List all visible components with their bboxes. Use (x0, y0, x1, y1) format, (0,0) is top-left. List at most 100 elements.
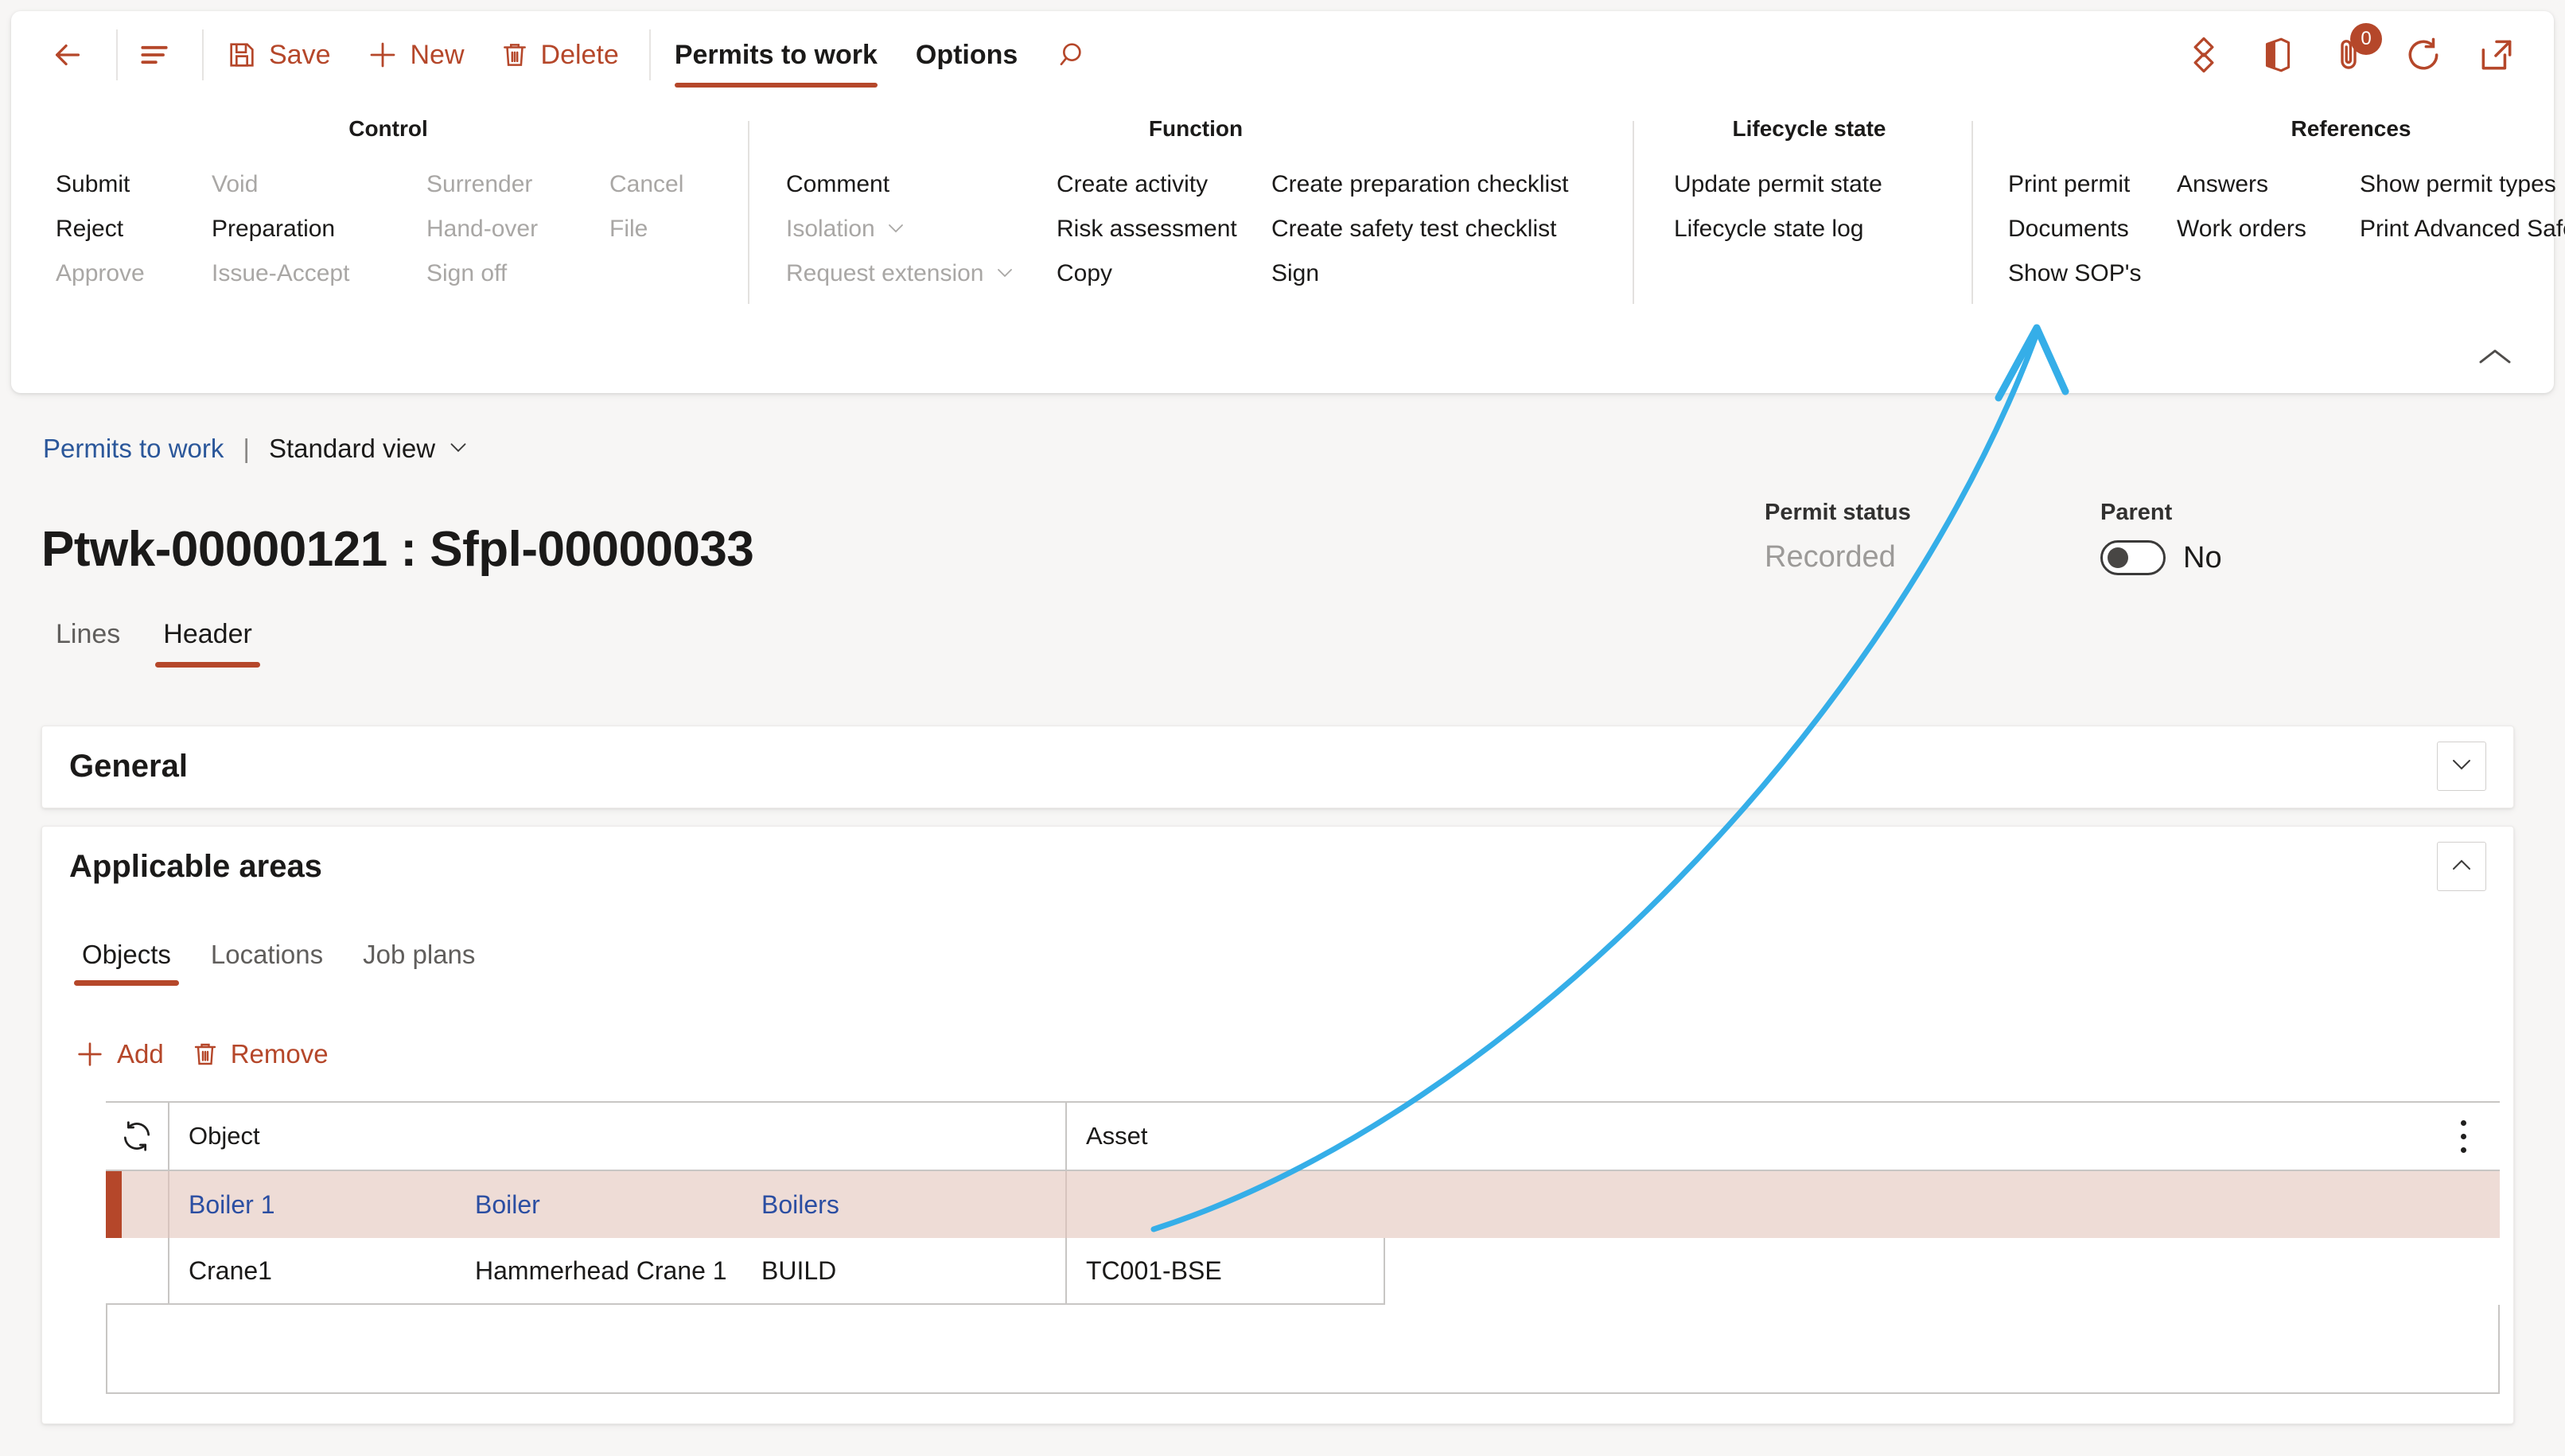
breadcrumb: Permits to work | Standard view (43, 434, 469, 464)
section-general-header[interactable]: General (42, 726, 2513, 806)
list-lines-icon (137, 37, 172, 72)
ribbon-item-sign[interactable]: Sign (1271, 251, 1606, 296)
save-button[interactable]: Save (208, 11, 348, 99)
grid-options-kebab-icon[interactable] (2447, 1115, 2479, 1158)
tab-options-label: Options (915, 39, 1018, 70)
grid-cell-asset[interactable]: TC001-BSE (1067, 1238, 1385, 1305)
parent-label: Parent (2100, 500, 2173, 525)
save-icon (226, 39, 258, 71)
remove-button[interactable]: Remove (191, 1039, 329, 1069)
office-icon[interactable] (2247, 25, 2307, 85)
ribbon-item-lifecycle-state-log[interactable]: Lifecycle state log (1674, 207, 1944, 251)
ribbon-group-control-title: Control (348, 116, 428, 141)
header-tabs: Lines Header (41, 619, 281, 668)
ribbon-column: Create preparation checklist Create safe… (1271, 162, 1606, 296)
ribbon-item-documents[interactable]: Documents (2008, 207, 2177, 251)
divider (648, 29, 651, 80)
back-button[interactable] (35, 11, 111, 99)
cell-object-id[interactable]: Boiler 1 (189, 1190, 475, 1220)
divider (116, 29, 118, 80)
ribbon-item-submit[interactable]: Submit (56, 162, 212, 207)
save-label: Save (269, 39, 331, 70)
add-label: Add (117, 1039, 164, 1069)
ribbon-item-show-permit-types[interactable]: Show permit types (2360, 162, 2565, 207)
section-applicable-areas-collapse-button[interactable] (2437, 842, 2486, 891)
new-button[interactable]: New (348, 11, 482, 99)
permit-status-field: Permit status Recorded (1765, 500, 1911, 574)
grid-header-row: Object Asset (106, 1101, 2500, 1171)
ribbon-item-comment[interactable]: Comment (786, 162, 1057, 207)
ribbon-group-function-title: Function (1148, 116, 1244, 141)
ribbon-item-void: Void (212, 171, 259, 197)
parent-toggle[interactable] (2100, 540, 2166, 575)
subtab-objects[interactable]: Objects (69, 940, 184, 986)
ribbon-column: Update permit state Lifecycle state log (1674, 162, 1944, 251)
subtab-objects-label: Objects (82, 940, 171, 969)
grid-cell-filler (1385, 1238, 2500, 1305)
tab-lines-label: Lines (56, 619, 121, 649)
ribbon-group-references: References Print permit Documents Show S… (1971, 116, 2565, 337)
ribbon-column: Answers Work orders (2177, 162, 2360, 296)
grid-empty-area (106, 1305, 2500, 1394)
cell-object-name[interactable]: Boiler (475, 1190, 761, 1220)
breadcrumb-link-permits-to-work[interactable]: Permits to work (43, 434, 224, 464)
tab-header-label: Header (163, 619, 252, 649)
subtab-locations-label: Locations (210, 940, 324, 969)
ribbon-item-create-safety-test-checklist[interactable]: Create safety test checklist (1271, 207, 1606, 251)
ribbon-item-create-activity[interactable]: Create activity (1057, 162, 1271, 207)
grid-column-header-asset[interactable]: Asset (1067, 1103, 2500, 1170)
table-row[interactable]: Boiler 1 Boiler Boilers (106, 1171, 2500, 1238)
collapse-ribbon-button[interactable] (2471, 337, 2519, 377)
ribbon-item-reject[interactable]: Reject (56, 207, 212, 251)
ribbon-item-print-permit[interactable]: Print permit (2008, 162, 2177, 207)
row-selection-marker (106, 1171, 169, 1238)
plus-icon (74, 1038, 106, 1070)
grid-cell-object[interactable]: Crane1 Hammerhead Crane 1 BUILD (169, 1238, 1067, 1305)
show-list-button[interactable] (123, 11, 197, 99)
table-row[interactable]: Crane1 Hammerhead Crane 1 BUILD TC001-BS… (106, 1238, 2500, 1305)
grid-cell-object[interactable]: Boiler 1 Boiler Boilers (169, 1171, 1067, 1238)
ribbon-item-preparation[interactable]: Preparation (212, 207, 426, 251)
delete-button[interactable]: Delete (482, 11, 636, 99)
tab-options[interactable]: Options (897, 11, 1037, 99)
trash-icon (191, 1040, 220, 1069)
ribbon-item-create-preparation-checklist[interactable]: Create preparation checklist (1271, 162, 1606, 207)
ribbon-item-update-permit-state[interactable]: Update permit state (1674, 162, 1944, 207)
ribbon-item-show-sops[interactable]: Show SOP's (2008, 251, 2177, 296)
attachment-icon[interactable]: 0 (2320, 23, 2382, 85)
power-bi-icon[interactable] (2174, 25, 2234, 85)
plus-icon (366, 38, 399, 72)
tab-header[interactable]: Header (149, 619, 267, 668)
subtab-job-plans[interactable]: Job plans (350, 940, 488, 986)
add-button[interactable]: Add (74, 1038, 164, 1070)
open-in-new-icon[interactable] (2466, 25, 2527, 85)
ribbon-item-print-advanced-safety-permit[interactable]: Print Advanced Safety Permit (2360, 207, 2565, 251)
ribbon-column: Surrender Hand-over Sign off (426, 162, 609, 296)
ribbon-group-lifecycle-state: Lifecycle state Update permit state Life… (1633, 116, 1971, 337)
ribbon-column: Show permit types Print Advanced Safety … (2360, 162, 2565, 296)
grid-cell-asset[interactable] (1067, 1171, 1385, 1238)
grid-column-header-object[interactable]: Object (169, 1103, 1067, 1170)
refresh-icon[interactable] (2393, 25, 2454, 85)
parent-toggle-value: No (2183, 540, 2222, 574)
subtab-locations[interactable]: Locations (198, 940, 336, 986)
search-button[interactable] (1037, 11, 1110, 99)
ribbon-item-work-orders[interactable]: Work orders (2177, 207, 2360, 251)
parent-field: Parent No (2100, 500, 2222, 575)
section-general-expand-button[interactable] (2437, 742, 2486, 791)
tab-permits-to-work[interactable]: Permits to work (656, 11, 897, 99)
command-bar: Save New Delete Permits to work Options (11, 11, 2554, 99)
remove-label: Remove (230, 1039, 329, 1069)
section-applicable-areas-header[interactable]: Applicable areas (42, 827, 2513, 906)
permit-status-label: Permit status (1765, 500, 1911, 525)
ribbon-item-risk-assessment[interactable]: Risk assessment (1057, 207, 1271, 251)
grid-column-header-asset-label: Asset (1086, 1122, 1148, 1150)
chevron-down-icon (886, 220, 905, 238)
ribbon-item-copy[interactable]: Copy (1057, 251, 1271, 296)
cell-object-type[interactable]: Boilers (761, 1190, 1000, 1220)
chevron-down-icon (2450, 757, 2474, 777)
view-selector[interactable]: Standard view (269, 434, 469, 464)
tab-lines[interactable]: Lines (41, 619, 134, 668)
ribbon-item-answers[interactable]: Answers (2177, 162, 2360, 207)
grid-refresh-button[interactable] (106, 1103, 169, 1170)
